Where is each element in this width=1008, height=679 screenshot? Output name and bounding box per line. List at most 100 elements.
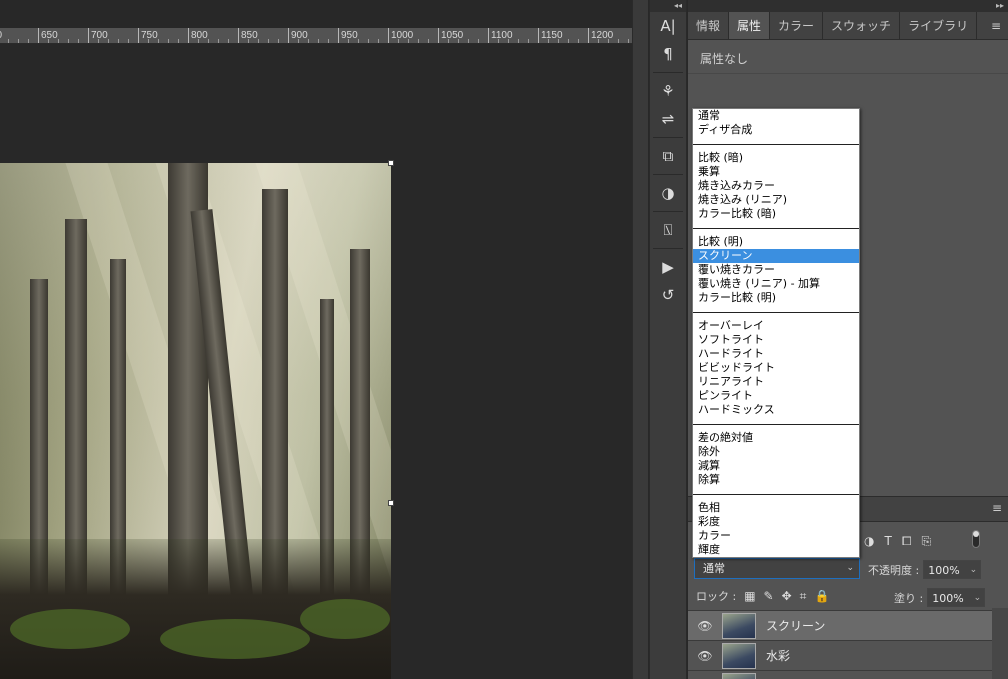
layer-filter-toggle[interactable] bbox=[972, 530, 980, 548]
document-image[interactable] bbox=[0, 163, 391, 679]
actions-play-icon[interactable]: ▶ bbox=[650, 253, 686, 281]
lock-all-icon[interactable]: 🔒 bbox=[814, 589, 829, 603]
blend-mode-option[interactable]: 除外 bbox=[693, 445, 859, 459]
adjustment-filter-icon[interactable]: ◑ bbox=[864, 534, 874, 549]
blend-mode-option[interactable]: 比較 (明) bbox=[693, 235, 859, 249]
ruler-tick-label: 700 bbox=[91, 30, 108, 41]
blend-mode-option[interactable]: ディザ合成 bbox=[693, 123, 859, 137]
ruler-minor-tick bbox=[328, 39, 329, 43]
layer-name[interactable]: 水彩 bbox=[766, 647, 790, 664]
tab-0[interactable]: 情報 bbox=[688, 12, 730, 39]
blend-mode-select[interactable]: 通常 ⌄ bbox=[694, 558, 860, 579]
ruler-minor-tick bbox=[258, 39, 259, 43]
chevron-down-icon[interactable]: ⌄ bbox=[970, 561, 978, 580]
shape-filter-icon[interactable]: ⧠ bbox=[902, 534, 912, 549]
glyphs-icon[interactable]: ⍂ bbox=[650, 216, 686, 244]
canvas-scrollbar[interactable] bbox=[632, 0, 648, 679]
blend-mode-option[interactable]: 差の絶対値 bbox=[693, 431, 859, 445]
blend-mode-option[interactable]: 減算 bbox=[693, 459, 859, 473]
workspace bbox=[0, 45, 632, 679]
layer-thumbnail bbox=[722, 672, 756, 679]
tab-2[interactable]: カラー bbox=[770, 12, 824, 39]
collapse-icons-button[interactable]: ◂◂ bbox=[650, 0, 686, 12]
lock-position-icon[interactable]: ✥ bbox=[782, 589, 792, 603]
blend-mode-option[interactable]: ハードライト bbox=[693, 347, 859, 361]
tool-separator bbox=[653, 248, 683, 249]
layer-row[interactable]: 👁 bbox=[688, 670, 992, 679]
lock-artboard-icon[interactable]: ⌗ bbox=[800, 589, 807, 604]
transform-handle-top-right[interactable] bbox=[388, 160, 394, 166]
blend-mode-option[interactable]: 焼き込み (リニア) bbox=[693, 193, 859, 207]
layers-scrollbar[interactable] bbox=[992, 608, 1008, 679]
blend-mode-option[interactable]: ビビッドライト bbox=[693, 361, 859, 375]
blend-mode-option[interactable]: スクリーン bbox=[693, 249, 859, 263]
blend-mode-option[interactable]: 除算 bbox=[693, 473, 859, 487]
fill-input[interactable]: 100% ⌄ bbox=[927, 588, 986, 608]
lock-transparent-icon[interactable]: ▦ bbox=[744, 589, 755, 603]
adjustments-icon[interactable]: ◑ bbox=[650, 179, 686, 207]
blend-mode-option[interactable]: 乗算 bbox=[693, 165, 859, 179]
layer-name[interactable]: スクリーン bbox=[766, 617, 825, 634]
horizontal-ruler: 00 650 700 750 800 850 900 950 1000 1050 1100 1150 1… bbox=[0, 28, 632, 44]
ruler-minor-tick bbox=[158, 39, 159, 43]
layer-thumbnail bbox=[722, 642, 756, 669]
collapse-panel-button[interactable]: ▸▸ bbox=[688, 0, 1008, 12]
blend-mode-option[interactable]: 彩度 bbox=[693, 515, 859, 529]
blend-mode-option[interactable]: 覆い焼き (リニア) - 加算 bbox=[693, 277, 859, 291]
blend-mode-option[interactable]: 色相 bbox=[693, 501, 859, 515]
blend-mode-option[interactable]: 通常 bbox=[693, 109, 859, 123]
layers-menu-icon[interactable]: ≡ bbox=[992, 501, 1002, 515]
ruler-minor-tick bbox=[318, 39, 319, 43]
brush-presets-icon[interactable]: ⇌ bbox=[650, 105, 686, 133]
menu-separator bbox=[693, 137, 859, 151]
tab-1[interactable]: 属性 bbox=[729, 12, 771, 39]
ruler-minor-tick bbox=[518, 39, 519, 43]
visibility-eye-icon[interactable]: 👁 bbox=[688, 649, 722, 663]
ruler-minor-tick bbox=[598, 39, 599, 43]
brush-settings-icon[interactable]: ⚘ bbox=[650, 77, 686, 105]
history-icon[interactable]: ↺ bbox=[650, 281, 686, 309]
tool-separator bbox=[653, 211, 683, 212]
blend-mode-option[interactable]: ソフトライト bbox=[693, 333, 859, 347]
panel-tabs: 情報 属性 カラー スウォッチ ライブラリ ≡ bbox=[688, 12, 1008, 40]
ruler-minor-tick bbox=[148, 39, 149, 43]
blend-mode-option[interactable]: ハードミックス bbox=[693, 403, 859, 417]
blend-mode-option[interactable]: ピンライト bbox=[693, 389, 859, 403]
paragraph-icon[interactable]: ¶ bbox=[650, 40, 686, 68]
ruler-minor-tick bbox=[418, 39, 419, 43]
blend-mode-option[interactable]: カラー比較 (暗) bbox=[693, 207, 859, 221]
ruler-minor-tick bbox=[78, 39, 79, 43]
type-filter-icon[interactable]: T bbox=[884, 534, 891, 549]
ruler-minor-tick bbox=[198, 39, 199, 43]
smart-object-filter-icon[interactable]: ⎘ bbox=[921, 534, 931, 549]
ruler-minor-tick bbox=[408, 39, 409, 43]
clone-source-icon[interactable]: ⧉ bbox=[650, 142, 686, 170]
blend-mode-option[interactable]: カラー bbox=[693, 529, 859, 543]
blend-mode-option[interactable]: オーバーレイ bbox=[693, 319, 859, 333]
layer-filter-icons: ◑ T ⧠ ⎘ bbox=[864, 534, 931, 549]
transform-handle-mid-right[interactable] bbox=[388, 500, 394, 506]
blend-mode-option[interactable]: 輝度 bbox=[693, 543, 859, 557]
tab-4[interactable]: ライブラリ bbox=[900, 12, 978, 39]
layer-thumbnail bbox=[722, 612, 756, 639]
ruler-minor-tick bbox=[178, 39, 179, 43]
opacity-input[interactable]: 100% ⌄ bbox=[923, 560, 982, 580]
layer-row[interactable]: 👁 スクリーン bbox=[688, 610, 992, 640]
tab-3[interactable]: スウォッチ bbox=[823, 12, 901, 39]
ruler-minor-tick bbox=[228, 39, 229, 43]
panel-menu-icon[interactable]: ≡ bbox=[984, 12, 1008, 39]
blend-mode-option[interactable]: 比較 (暗) bbox=[693, 151, 859, 165]
blend-mode-option[interactable]: 覆い焼きカラー bbox=[693, 263, 859, 277]
ruler-tick: 750 bbox=[138, 28, 158, 43]
canvas-area[interactable] bbox=[0, 45, 632, 679]
lock-image-icon[interactable]: ✎ bbox=[764, 589, 774, 603]
blend-mode-option[interactable]: リニアライト bbox=[693, 375, 859, 389]
chevron-down-icon[interactable]: ⌄ bbox=[974, 589, 982, 608]
visibility-eye-icon[interactable]: 👁 bbox=[688, 619, 722, 633]
layer-row[interactable]: 👁 水彩 bbox=[688, 640, 992, 670]
blend-mode-option[interactable]: 焼き込みカラー bbox=[693, 179, 859, 193]
character-icon[interactable]: A| bbox=[650, 12, 686, 40]
ruler-minor-tick bbox=[558, 39, 559, 43]
blend-mode-option[interactable]: カラー比較 (明) bbox=[693, 291, 859, 305]
ruler-minor-tick bbox=[548, 39, 549, 43]
